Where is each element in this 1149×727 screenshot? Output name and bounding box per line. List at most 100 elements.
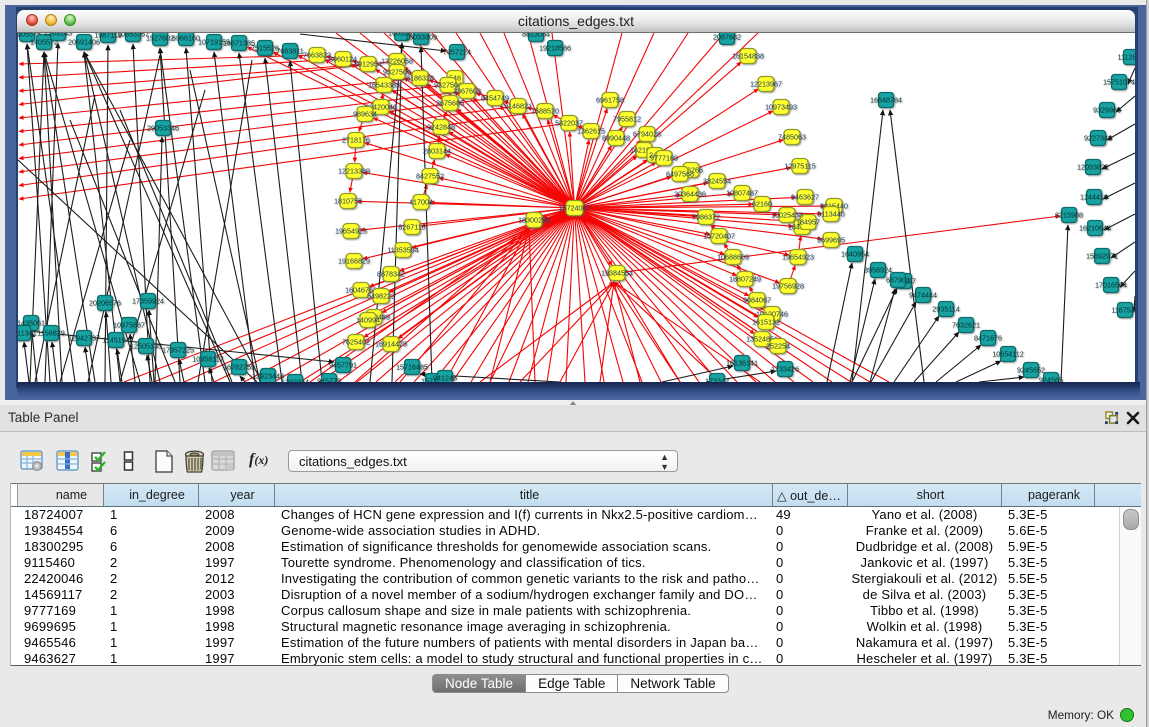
- svg-text:1810755: 1810755: [334, 197, 362, 206]
- svg-text:6497568: 6497568: [666, 170, 694, 179]
- svg-text:2718176: 2718176: [342, 136, 370, 145]
- svg-text:12213389: 12213389: [338, 167, 370, 176]
- svg-text:10688609: 10688609: [717, 253, 749, 262]
- svg-text:1145194: 1145194: [102, 336, 129, 345]
- svg-text:9242848: 9242848: [427, 123, 455, 132]
- svg-text:9457791: 9457791: [329, 361, 357, 370]
- svg-text:16543382: 16543382: [368, 81, 400, 90]
- svg-text:2935114: 2935114: [932, 305, 959, 314]
- svg-text:687901: 687901: [886, 276, 910, 285]
- svg-text:6961758: 6961758: [596, 96, 624, 105]
- svg-text:1362615: 1362615: [577, 127, 605, 136]
- svg-text:10654112: 10654112: [992, 350, 1023, 359]
- svg-text:8912954: 8912954: [354, 60, 382, 69]
- svg-text:18724007: 18724007: [559, 204, 591, 213]
- svg-text:8427552: 8427552: [416, 172, 444, 181]
- svg-text:12213967: 12213967: [750, 80, 782, 89]
- svg-text:16782759: 16782759: [223, 363, 255, 372]
- svg-text:7357224: 7357224: [443, 48, 471, 57]
- svg-text:19218586: 19218586: [539, 44, 571, 53]
- svg-text:7955812: 7955812: [613, 115, 641, 124]
- svg-text:945779: 945779: [317, 377, 341, 383]
- svg-text:6966160: 6966160: [172, 34, 200, 43]
- svg-text:17359924: 17359924: [132, 297, 164, 306]
- svg-text:29053346: 29053346: [147, 124, 179, 133]
- svg-text:9245652: 9245652: [1017, 366, 1045, 375]
- svg-text:1588520: 1588520: [531, 107, 559, 116]
- svg-text:9777169: 9777169: [650, 154, 678, 163]
- svg-text:1527602: 1527602: [146, 34, 174, 43]
- svg-text:12942737: 12942737: [68, 334, 100, 343]
- svg-text:15716485: 15716485: [396, 363, 428, 372]
- svg-text:19166829: 19166829: [338, 257, 370, 266]
- svg-text:10853267: 10853267: [117, 33, 149, 39]
- svg-text:8958924: 8958924: [864, 266, 892, 275]
- svg-text:3911341: 3911341: [18, 329, 37, 338]
- svg-text:10973493: 10973493: [765, 103, 797, 112]
- svg-text:252254: 252254: [766, 342, 790, 351]
- svg-text:8215988: 8215988: [1055, 211, 1083, 220]
- svg-text:10975887: 10975887: [113, 321, 145, 330]
- svg-text:7515526: 7515526: [251, 44, 279, 53]
- svg-text:1112848: 1112848: [1118, 53, 1135, 62]
- svg-text:19756928: 19756928: [772, 282, 804, 291]
- svg-text:19654923: 19654923: [335, 227, 367, 236]
- svg-text:8471676: 8471676: [974, 334, 1002, 343]
- svg-text:12505135: 12505135: [130, 342, 162, 351]
- svg-text:8267110: 8267110: [398, 223, 425, 232]
- svg-text:3675685: 3675685: [436, 99, 464, 108]
- svg-text:7663811: 7663811: [276, 47, 303, 56]
- svg-text:15692971: 15692971: [1086, 252, 1118, 261]
- svg-text:8960124: 8960124: [329, 55, 357, 64]
- svg-text:8878342: 8878342: [377, 270, 405, 279]
- svg-text:1615132: 1615132: [752, 318, 780, 327]
- svg-text:9474444: 9474444: [909, 291, 937, 300]
- svg-text:7632621: 7632621: [952, 321, 980, 330]
- svg-text:8990448: 8990448: [602, 134, 630, 143]
- svg-text:9084067: 9084067: [743, 296, 771, 305]
- svg-text:19384554: 19384554: [601, 269, 633, 278]
- svg-text:16914479: 16914479: [375, 340, 407, 349]
- svg-text:924565: 924565: [1039, 376, 1063, 383]
- svg-text:7663822: 7663822: [303, 51, 331, 60]
- svg-text:941245: 941245: [433, 374, 457, 383]
- svg-text:9699695: 9699695: [817, 236, 845, 245]
- svg-text:6794028: 6794028: [633, 130, 661, 139]
- svg-text:2087682: 2087682: [713, 33, 741, 42]
- svg-text:2367608: 2367608: [453, 87, 481, 96]
- svg-text:18807249: 18807249: [729, 275, 761, 284]
- svg-text:16210643: 16210643: [1079, 224, 1111, 233]
- svg-text:17957225: 17957225: [162, 346, 194, 355]
- svg-text:9329966: 9329966: [1093, 106, 1121, 115]
- svg-text:11353594: 11353594: [387, 246, 418, 255]
- svg-text:62160: 62160: [752, 200, 772, 209]
- svg-text:1167533: 1167533: [1111, 306, 1135, 315]
- svg-text:15720407: 15720407: [703, 232, 735, 241]
- svg-text:16033809: 16033809: [405, 33, 437, 42]
- svg-text:2803144: 2803144: [423, 147, 451, 156]
- svg-text:417004: 417004: [409, 198, 433, 207]
- svg-text:16136141: 16136141: [726, 359, 758, 368]
- svg-text:10958117: 10958117: [192, 355, 223, 364]
- svg-text:20364436: 20364436: [674, 190, 706, 199]
- svg-text:7986372: 7986372: [692, 213, 720, 222]
- svg-text:5498222: 5498222: [367, 292, 395, 301]
- svg-text:1640954: 1640954: [841, 250, 869, 259]
- svg-text:1733426: 1733426: [771, 365, 799, 374]
- svg-text:15751074: 15751074: [1103, 78, 1135, 87]
- svg-text:7485063: 7485063: [778, 133, 806, 142]
- svg-text:989634: 989634: [353, 110, 377, 119]
- svg-text:18300295: 18300295: [518, 216, 550, 225]
- svg-text:140994: 140994: [356, 316, 380, 325]
- svg-text:9113440: 9113440: [817, 210, 844, 219]
- svg-text:9227342: 9227342: [1084, 134, 1112, 143]
- svg-text:1292344: 1292344: [281, 378, 309, 383]
- svg-text:1244419: 1244419: [1080, 193, 1108, 202]
- svg-text:12093822: 12093822: [1077, 163, 1109, 172]
- svg-text:17016504: 17016504: [1095, 281, 1127, 290]
- svg-text:19654923: 19654923: [782, 253, 814, 262]
- svg-text:10807487: 10807487: [726, 189, 758, 198]
- svg-text:9146821: 9146821: [504, 102, 532, 111]
- svg-text:12975115: 12975115: [784, 162, 815, 171]
- svg-text:16154838: 16154838: [732, 52, 764, 61]
